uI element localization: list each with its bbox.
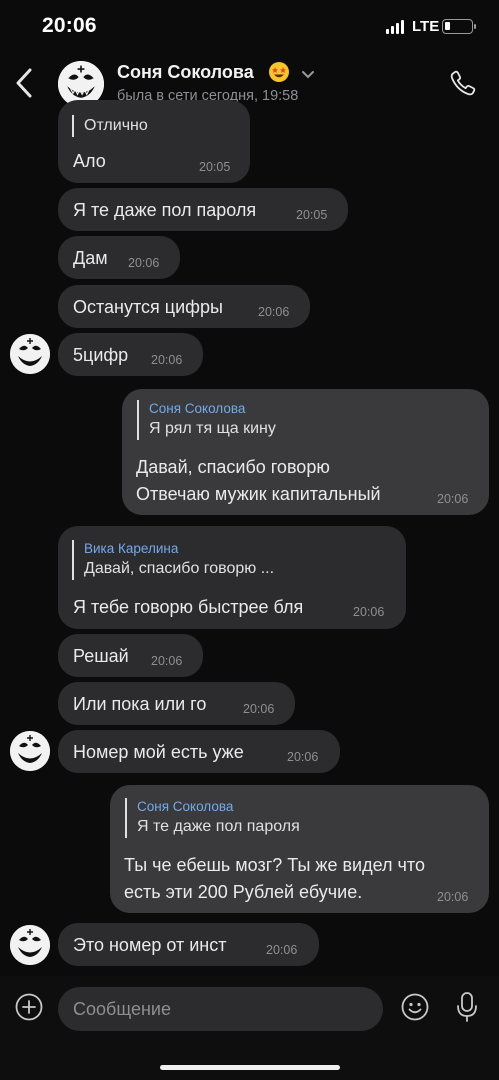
status-bar: 20:06 LTE xyxy=(0,0,499,52)
message-text-line: Отвечаю мужик капитальный xyxy=(136,484,381,504)
message-text-line: Давай, спасибо говорю xyxy=(136,457,330,477)
message-time: 20:06 xyxy=(151,654,183,668)
message-time: 20:06 xyxy=(266,943,298,957)
reply-quote-text: Я те даже пол пароля xyxy=(137,818,300,835)
reply-quote-text: Я рял тя ща кину xyxy=(149,420,276,437)
message-bubble-outgoing[interactable]: Соня Соколова Я рял тя ща кину Давай, сп… xyxy=(122,389,489,515)
message-time: 20:06 xyxy=(287,750,319,764)
message-bubble-outgoing[interactable]: Соня Соколова Я те даже пол пароля Ты че… xyxy=(110,785,489,913)
message-time: 20:06 xyxy=(128,256,160,270)
message-text: Решай xyxy=(73,646,129,666)
message-text: Я тебе говорю быстрее бля xyxy=(73,597,304,617)
message-text: Это номер от инст xyxy=(73,935,227,955)
message-bubble[interactable]: Или пока или го 20:06 xyxy=(58,682,295,725)
reply-quote: Отлично xyxy=(72,115,148,137)
message-bubble[interactable]: Я те даже пол пароля 20:05 xyxy=(58,188,348,231)
smile-icon xyxy=(401,993,429,1021)
back-button[interactable] xyxy=(10,64,38,102)
message-time: 20:05 xyxy=(296,208,328,222)
message-time: 20:06 xyxy=(258,305,290,319)
star-struck-emoji-icon xyxy=(268,61,290,83)
reply-author: Соня Соколова xyxy=(149,401,246,416)
message-bubble[interactable]: Останутся цифры 20:06 xyxy=(58,285,310,328)
voice-message-button[interactable] xyxy=(452,990,482,1024)
skull-face-icon xyxy=(10,731,50,771)
chevron-down-icon[interactable] xyxy=(300,66,316,82)
message-bubble[interactable]: Номер мой есть уже 20:06 xyxy=(58,730,340,773)
message-text: Дам xyxy=(73,248,108,268)
plus-circle-icon xyxy=(15,993,43,1021)
sender-avatar[interactable] xyxy=(10,731,50,771)
attach-button[interactable] xyxy=(14,992,44,1022)
message-time: 20:06 xyxy=(437,890,469,904)
reply-quote: Соня Соколова Я те даже пол пароля xyxy=(125,798,300,838)
message-input[interactable]: Сообщение xyxy=(58,987,383,1031)
contact-name[interactable]: Соня Соколова xyxy=(117,62,254,83)
message-time: 20:06 xyxy=(151,353,183,367)
reply-quote: Вика Карелина Давай, спасибо говорю ... xyxy=(72,540,274,580)
call-button[interactable] xyxy=(448,68,478,98)
microphone-icon xyxy=(457,992,477,1022)
reply-author: Вика Карелина xyxy=(84,541,179,556)
reply-quote-text: Давай, спасибо говорю ... xyxy=(84,560,275,577)
skull-face-icon xyxy=(10,334,50,374)
message-time: 20:06 xyxy=(243,702,275,716)
chevron-left-icon xyxy=(16,68,32,98)
message-bubble[interactable]: Решай 20:06 xyxy=(58,634,203,677)
signal-icon xyxy=(386,20,406,34)
message-time: 20:06 xyxy=(437,492,469,506)
home-indicator[interactable] xyxy=(160,1065,340,1070)
message-text: Ало xyxy=(73,151,106,171)
reply-quote: Соня Соколова Я рял тя ща кину xyxy=(137,400,276,440)
message-bubble[interactable]: Вика Карелина Давай, спасибо говорю ... … xyxy=(58,526,406,629)
message-time: 20:05 xyxy=(199,160,231,174)
sender-avatar[interactable] xyxy=(10,334,50,374)
reply-quote-text: Отлично xyxy=(84,117,148,134)
message-text: Или пока или го xyxy=(73,694,207,714)
message-text-line: есть эти 200 Рублей ебучие. xyxy=(124,882,363,902)
message-text: Останутся цифры xyxy=(73,297,223,317)
message-text: Я те даже пол пароля xyxy=(73,200,257,220)
status-time: 20:06 xyxy=(42,14,97,37)
message-bubble[interactable]: Это номер от инст 20:06 xyxy=(58,923,319,966)
reply-author: Соня Соколова xyxy=(137,799,234,814)
message-text: 5цифр xyxy=(73,345,129,365)
message-bubble[interactable]: Дам 20:06 xyxy=(58,236,180,279)
sender-avatar[interactable] xyxy=(10,925,50,965)
emoji-button[interactable] xyxy=(400,992,430,1022)
message-text-line: Ты че ебешь мозг? Ты же видел что xyxy=(124,855,425,875)
message-time: 20:06 xyxy=(353,605,385,619)
battery-icon xyxy=(442,19,476,34)
skull-face-icon xyxy=(10,925,50,965)
message-bubble[interactable]: Отлично Ало 20:05 xyxy=(58,100,250,183)
message-text: Номер мой есть уже xyxy=(73,742,244,762)
message-bubble[interactable]: 5цифр 20:06 xyxy=(58,333,203,376)
message-input-placeholder: Сообщение xyxy=(73,999,171,1019)
phone-icon xyxy=(450,70,476,96)
network-label: LTE xyxy=(412,18,440,35)
